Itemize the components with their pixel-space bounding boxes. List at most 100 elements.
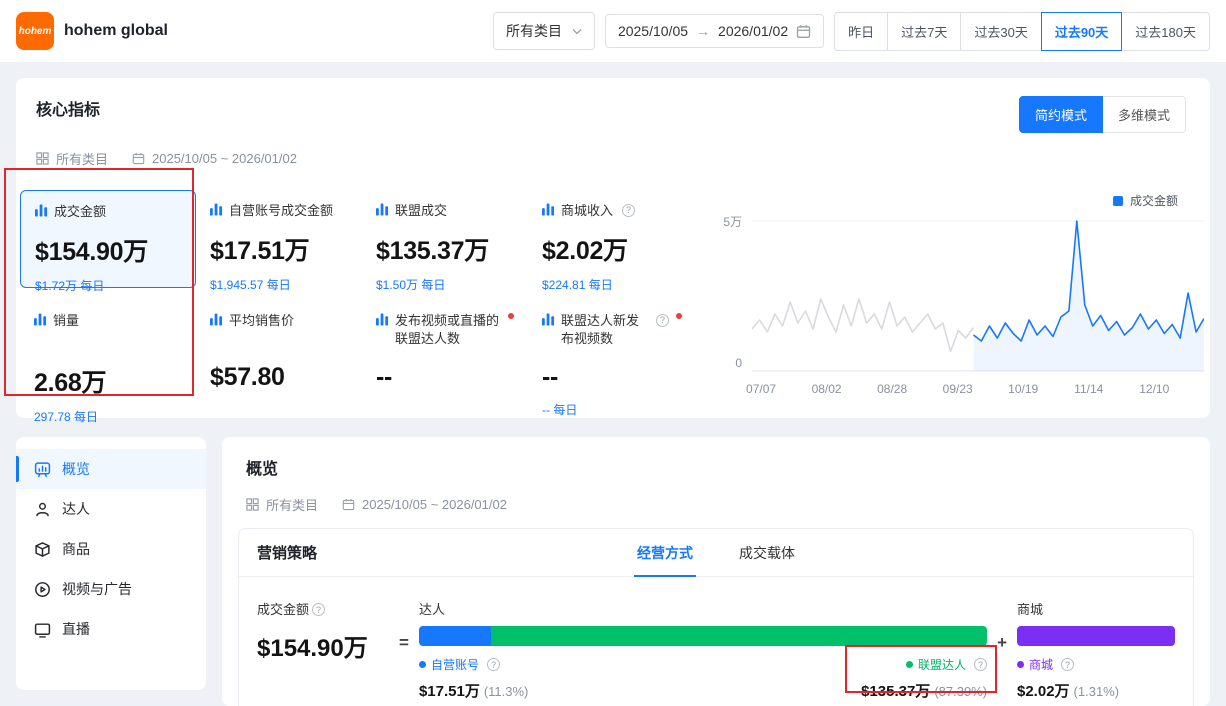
core-filter-category-text: 所有类目 <box>56 149 108 168</box>
line-chart-svg <box>752 220 1204 372</box>
range-button-90d[interactable]: 过去90天 <box>1041 12 1122 51</box>
y-axis-tick-max: 5万 <box>710 213 742 230</box>
core-filter-date-text: 2025/10/05 ~ 2026/01/02 <box>152 151 297 166</box>
marketing-strategy-box: 营销策略 经营方式 成交载体 成交金额 ? $154.90万 = 达人 <box>238 528 1194 706</box>
metric-card-sales-volume[interactable]: 销量 2.68万 297.78 每日 <box>20 300 196 408</box>
tab-business-mode[interactable]: 经营方式 <box>637 529 693 576</box>
metric-label: 成交金额 <box>54 203 106 221</box>
metric-value: -- <box>542 363 682 392</box>
top-bar: hohem hohem global 所有类目 2025/10/05 → 202… <box>0 0 1226 62</box>
bar-chart-icon <box>376 313 389 326</box>
date-end: 2026/01/02 <box>718 23 788 39</box>
metric-daily-value: $1,945.57 每日 <box>210 276 348 293</box>
metric-label: 发布视频或直播的联盟达人数 <box>395 312 501 348</box>
bar-segment-affiliate <box>491 626 988 646</box>
legend-mall: 商城 ? $2.02万(1.31%) <box>1017 656 1119 701</box>
metric-card-mall-revenue[interactable]: 商城收入? $2.02万 $224.81 每日 <box>528 190 696 298</box>
date-range-picker[interactable]: 2025/10/05 → 2026/01/02 <box>605 14 824 48</box>
metric-value: 2.68万 <box>34 363 182 399</box>
sidebar-item-label: 视频与广告 <box>62 579 132 599</box>
grid-icon <box>36 152 49 165</box>
metric-value: $2.02万 <box>542 231 682 267</box>
overview-panel: 概览 所有类目 2025/10/05 ~ 2026/01/02 营销策略 经营方… <box>222 437 1210 706</box>
calendar-icon <box>796 24 811 39</box>
x-axis-tick: 09/23 <box>943 382 973 396</box>
calendar-icon <box>132 152 145 165</box>
metric-label: 联盟达人新发布视频数 <box>561 312 647 348</box>
range-button-7d[interactable]: 过去7天 <box>887 12 961 51</box>
x-axis-tick: 08/28 <box>877 382 907 396</box>
strategy-total: 成交金额 ? $154.90万 <box>257 599 389 663</box>
date-range-presets: 昨日 过去7天 过去30天 过去90天 过去180天 <box>834 12 1210 51</box>
purple-dot-icon <box>1017 661 1024 668</box>
arrow-right-icon: → <box>696 23 710 39</box>
metric-label: 商城收入 <box>561 202 613 220</box>
multi-mode-button[interactable]: 多维模式 <box>1103 96 1186 133</box>
sidebar-item-live[interactable]: 直播 <box>16 609 206 649</box>
sidebar-item-overview[interactable]: 概览 <box>16 449 206 489</box>
legend-pct: (87.39%) <box>934 684 987 699</box>
help-icon[interactable]: ? <box>1061 658 1074 671</box>
bar-segment-own <box>419 626 491 646</box>
plus-sign: + <box>997 633 1007 653</box>
overview-filters: 所有类目 2025/10/05 ~ 2026/01/02 <box>246 495 1194 514</box>
metric-card-new-videos[interactable]: 联盟达人新发布视频数? -- -- 每日 <box>528 300 696 408</box>
sidebar-item-products[interactable]: 商品 <box>16 529 206 569</box>
bar-chart-icon <box>542 313 555 326</box>
strategy-content: 成交金额 ? $154.90万 = 达人 <box>239 577 1193 706</box>
legend-pct: (11.3%) <box>484 684 529 699</box>
talent-breakdown: 达人 自营账号 ? $17.51万(11.3%) <box>419 599 987 701</box>
sidebar-item-label: 直播 <box>62 619 90 639</box>
talent-stacked-bar <box>419 626 987 646</box>
blue-dot-icon <box>419 661 426 668</box>
help-icon[interactable]: ? <box>974 658 987 671</box>
metric-label: 平均销售价 <box>229 312 294 330</box>
bar-chart-icon <box>210 313 223 326</box>
help-icon[interactable]: ? <box>622 204 635 217</box>
metric-card-avg-price[interactable]: 平均销售价 $57.80 <box>196 300 362 408</box>
help-icon[interactable]: ? <box>487 658 500 671</box>
overview-filter-category: 所有类目 <box>246 495 318 514</box>
legend-label: 成交金额 <box>1130 192 1178 209</box>
header-controls: 所有类目 2025/10/05 → 2026/01/02 昨日 过去7天 过去3… <box>493 12 1210 51</box>
strategy-total-value: $154.90万 <box>257 628 389 663</box>
calendar-icon <box>342 498 355 511</box>
metric-value: $17.51万 <box>210 231 348 267</box>
metric-label: 销量 <box>53 312 79 330</box>
core-metrics-card: 核心指标 简约模式 多维模式 所有类目 2025/10/05 ~ 2026/01… <box>16 78 1210 418</box>
bar-chart-icon <box>35 204 48 217</box>
grid-icon <box>246 498 259 511</box>
x-axis-tick: 12/10 <box>1139 382 1169 396</box>
simple-mode-button[interactable]: 简约模式 <box>1019 96 1103 133</box>
sidebar-item-label: 概览 <box>62 459 90 479</box>
brand: hohem hohem global <box>16 12 168 50</box>
metric-daily-value <box>376 401 514 415</box>
mall-bar <box>1017 626 1175 646</box>
overview-filter-date: 2025/10/05 ~ 2026/01/02 <box>342 497 507 512</box>
tab-transaction-carrier[interactable]: 成交载体 <box>739 529 795 576</box>
sidebar-item-label: 商品 <box>62 539 90 559</box>
legend-value: $135.37万 <box>861 683 930 700</box>
metric-card-affiliate-creators[interactable]: 发布视频或直播的联盟达人数 -- <box>362 300 528 408</box>
talent-group-label: 达人 <box>419 599 987 618</box>
section-sidebar: 概览 达人 商品 视频与广告 直播 <box>16 437 206 690</box>
mode-toggle: 简约模式 多维模式 <box>1019 96 1186 133</box>
range-button-30d[interactable]: 过去30天 <box>960 12 1041 51</box>
metric-card-gmv[interactable]: 成交金额 $154.90万 $1.72万 每日 <box>20 190 196 288</box>
date-start: 2025/10/05 <box>618 23 688 39</box>
range-button-yesterday[interactable]: 昨日 <box>834 12 888 51</box>
metric-value: $57.80 <box>210 363 348 392</box>
metric-card-own-account-gmv[interactable]: 自营账号成交金额 $17.51万 $1,945.57 每日 <box>196 190 362 298</box>
metric-daily-value: -- 每日 <box>542 401 682 418</box>
help-icon[interactable]: ? <box>656 314 669 327</box>
legend-pct: (1.31%) <box>1074 684 1120 699</box>
sidebar-item-creators[interactable]: 达人 <box>16 489 206 529</box>
metric-card-affiliate-gmv[interactable]: 联盟成交 $135.37万 $1.50万 每日 <box>362 190 528 298</box>
range-button-180d[interactable]: 过去180天 <box>1121 12 1210 51</box>
legend-swatch <box>1113 196 1123 206</box>
box-icon <box>34 541 51 558</box>
strategy-total-label: 成交金额 <box>257 599 309 618</box>
help-icon[interactable]: ? <box>312 603 325 616</box>
category-select[interactable]: 所有类目 <box>493 12 595 50</box>
sidebar-item-videos-ads[interactable]: 视频与广告 <box>16 569 206 609</box>
